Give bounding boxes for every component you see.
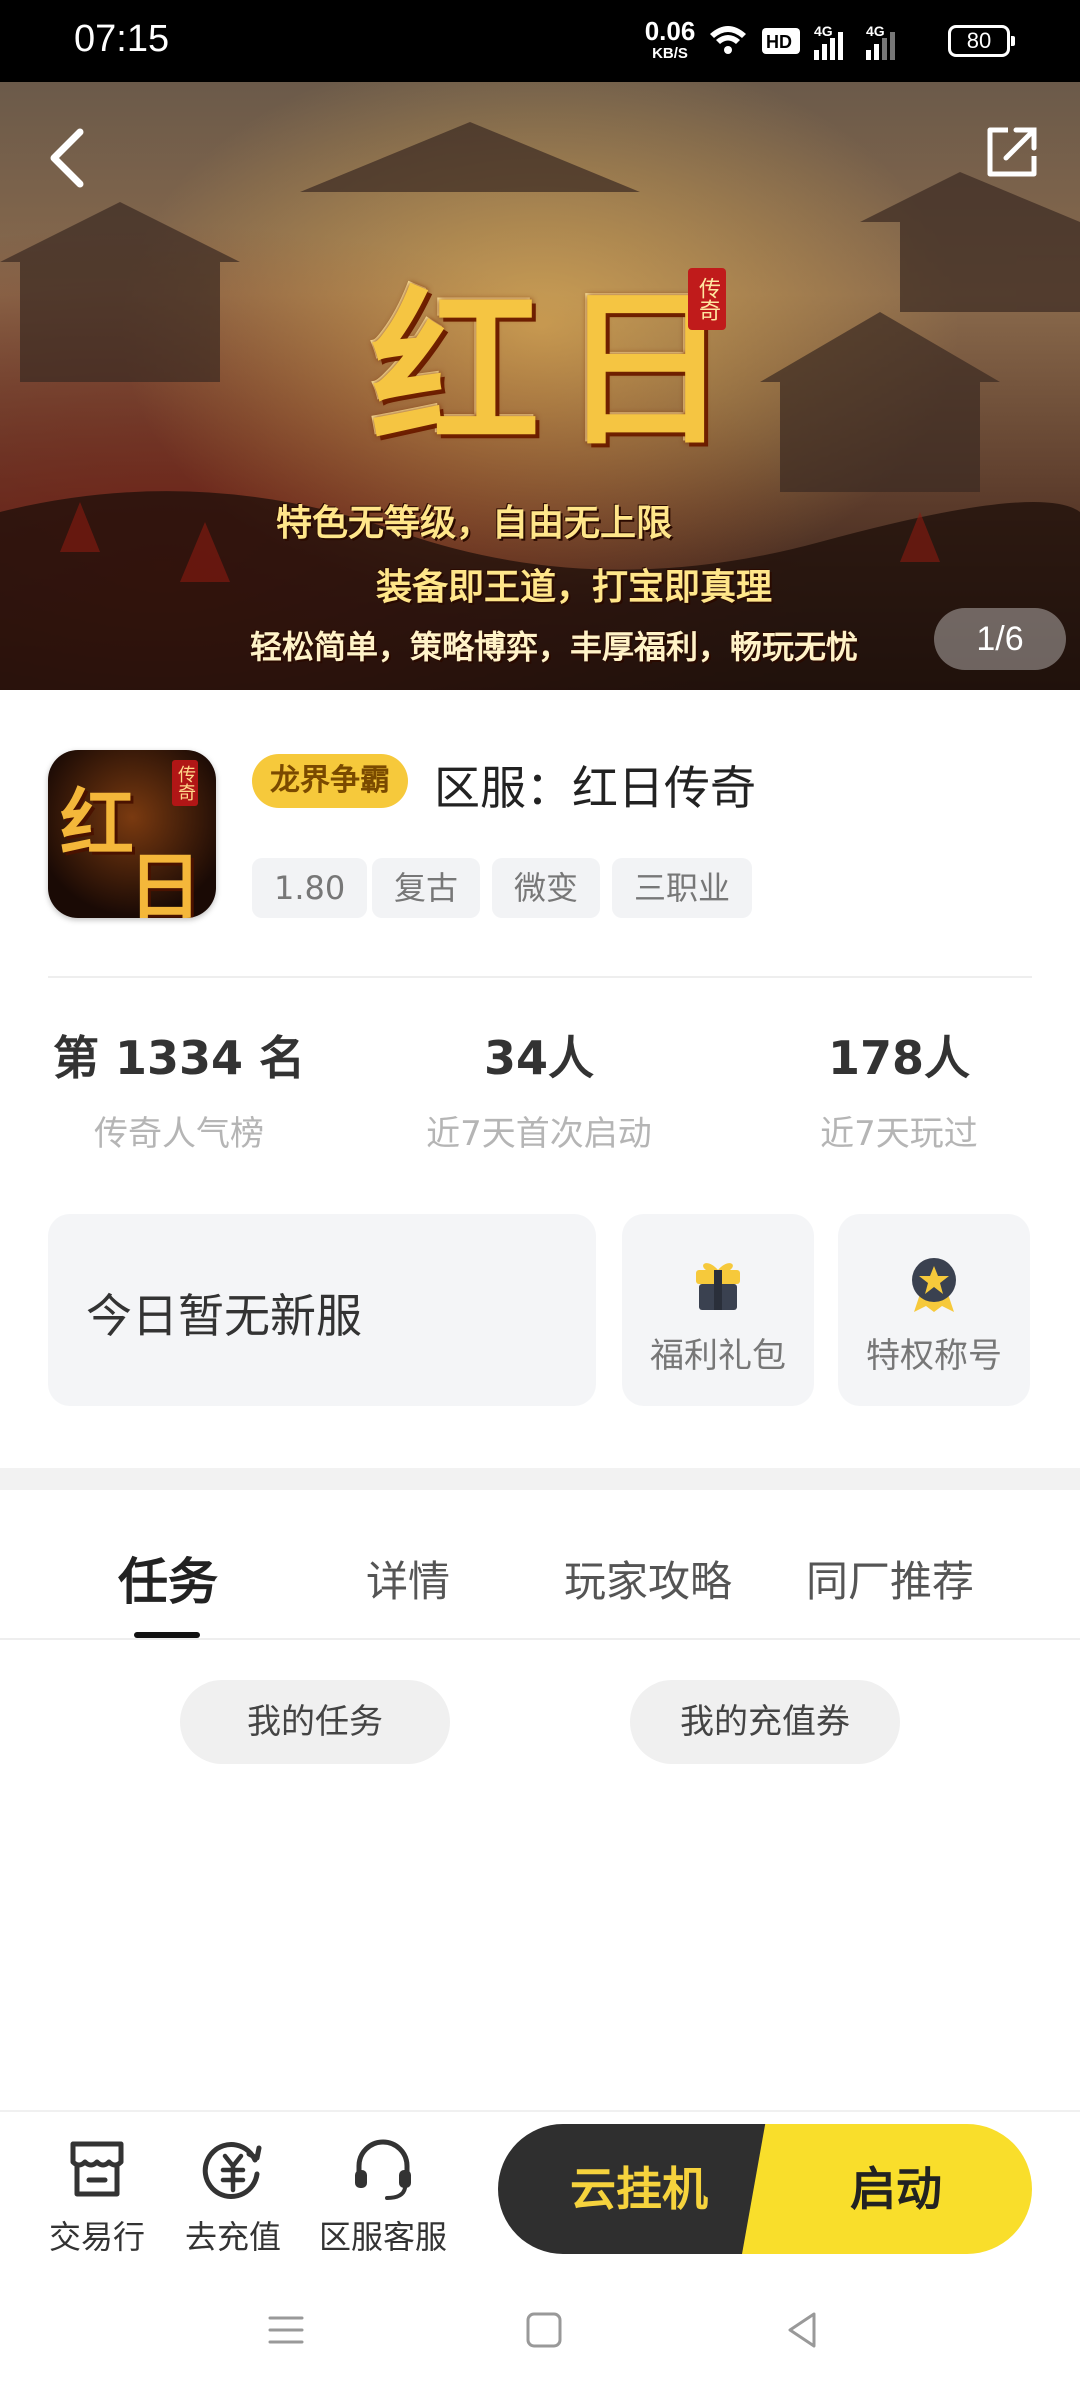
signal-icons: HD 4G 4G — [710, 23, 895, 60]
tab-player-guides[interactable]: 玩家攻略 — [564, 1548, 732, 1609]
game-icon-char: 红 — [60, 781, 134, 867]
svg-text:4G: 4G — [866, 23, 885, 39]
cell-signal-icon-2: 4G — [866, 23, 895, 60]
gift-icon — [696, 1263, 740, 1310]
game-tag: 复古 — [372, 858, 481, 918]
back-icon[interactable] — [772, 2300, 832, 2360]
menu-icon[interactable] — [256, 2300, 316, 2360]
cell-signal-icon: 4G — [814, 23, 843, 60]
game-icon-badge: 传奇 — [172, 760, 198, 806]
gift-pack-label: 福利礼包 — [650, 1336, 786, 1376]
tab-tasks[interactable]: 任务 — [118, 1542, 218, 1614]
recharge-button[interactable]: 去充值 — [168, 2134, 298, 2258]
privilege-title-card[interactable]: 特权称号 — [838, 1214, 1030, 1406]
cloud-idle-button[interactable]: 云挂机 — [498, 2124, 780, 2254]
gift-pack-card[interactable]: 福利礼包 — [622, 1214, 814, 1406]
customer-service-button[interactable]: 区服客服 — [318, 2134, 448, 2258]
banner-badge: 传奇 — [688, 268, 726, 330]
server-title: 区服：红日传奇 — [434, 761, 756, 815]
hd-icon: HD — [762, 28, 800, 54]
game-icon: 红 日 传奇 — [48, 750, 216, 918]
game-icon-char: 日 — [128, 845, 202, 918]
medal-icon — [912, 1258, 956, 1312]
headset-icon — [355, 2139, 411, 2200]
recharge-icon — [202, 2142, 262, 2200]
network-speed-value: 0.06 — [644, 16, 696, 46]
banner-carousel[interactable]: 红日 传奇 特色无等级，自由无上限 装备即王道，打宝即真理 轻松简单，策略博弈，… — [0, 82, 1080, 690]
stat-label: 近7天首次启动 — [426, 1114, 652, 1154]
stat-played: 178人 近7天玩过 — [734, 1022, 1064, 1155]
server-tag: 龙界争霸 — [252, 754, 408, 808]
new-server-card[interactable]: 今日暂无新服 — [48, 1214, 596, 1406]
tab-same-developer[interactable]: 同厂推荐 — [806, 1548, 974, 1609]
stat-value: 178人 — [827, 1031, 971, 1085]
network-speed-unit: KB/S — [652, 45, 688, 62]
market-label: 交易行 — [48, 2218, 145, 2256]
svg-text:HD: HD — [766, 32, 792, 52]
game-tag: 1.80 — [252, 858, 368, 918]
share-icon[interactable] — [982, 122, 1042, 182]
back-arrow-icon[interactable] — [44, 118, 94, 198]
my-vouchers-button[interactable]: 我的充值券 — [630, 1680, 900, 1764]
new-server-text: 今日暂无新服 — [86, 1289, 362, 1343]
page-indicator: 1/6 — [934, 608, 1066, 670]
banner-slogan: 特色无等级，自由无上限 — [276, 502, 673, 544]
my-tasks-button[interactable]: 我的任务 — [180, 1680, 450, 1764]
wifi-icon — [710, 26, 746, 54]
recharge-label: 去充值 — [184, 2218, 281, 2256]
stat-popularity-rank[interactable]: 第 1334 名 传奇人气榜 — [14, 1022, 344, 1155]
banner-slogan: 轻松简单，策略博弈，丰厚福利，畅玩无忧 — [250, 628, 859, 666]
stat-value: 第 1334 名 — [52, 1031, 306, 1085]
section-divider — [0, 1468, 1080, 1490]
divider — [48, 976, 1032, 978]
store-icon — [70, 2141, 124, 2197]
game-tag: 三职业 — [612, 858, 753, 918]
banner-slogan: 装备即王道，打宝即真理 — [376, 566, 773, 608]
status-time: 07:15 — [74, 18, 170, 60]
customer-service-label: 区服客服 — [318, 2218, 447, 2256]
battery-icon: 80 — [948, 25, 1015, 57]
stat-label: 近7天玩过 — [820, 1114, 978, 1154]
stat-label: 传奇人气榜 — [94, 1114, 264, 1154]
tab-details[interactable]: 详情 — [366, 1548, 450, 1609]
network-speed: 0.06 KB/S — [640, 18, 700, 61]
game-tag: 微变 — [492, 858, 601, 918]
divider — [0, 1638, 1080, 1640]
stat-value: 34人 — [483, 1031, 594, 1085]
stat-first-launch: 34人 近7天首次启动 — [374, 1022, 704, 1155]
privilege-title-label: 特权称号 — [866, 1336, 1002, 1376]
svg-text:4G: 4G — [814, 23, 833, 39]
status-bar: 07:15 0.06 KB/S HD 4G 4G 80 — [0, 0, 1080, 82]
market-button[interactable]: 交易行 — [32, 2134, 162, 2258]
home-icon[interactable] — [514, 2300, 574, 2360]
start-button[interactable]: 启动 — [742, 2124, 1032, 2254]
